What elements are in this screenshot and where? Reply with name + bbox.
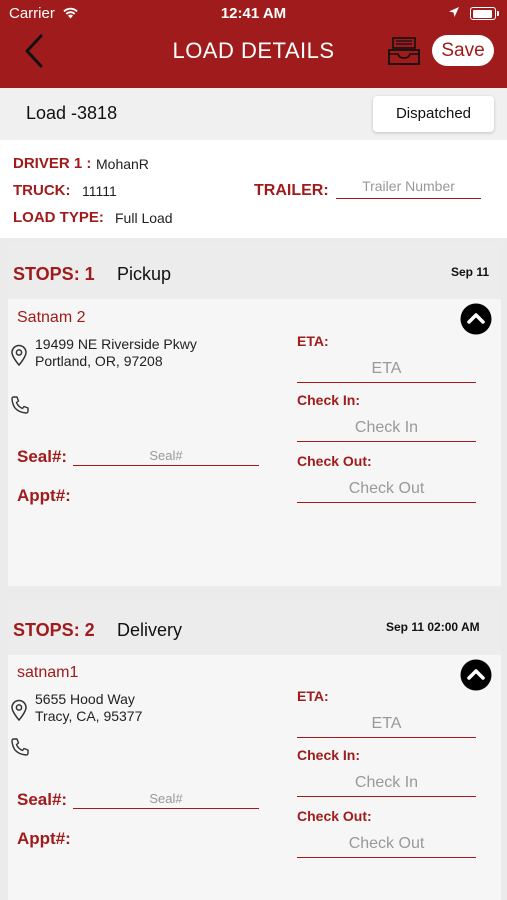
battery-icon	[470, 7, 499, 20]
stop-2-seal-label: Seal#:	[17, 790, 68, 809]
stop-2-seal-input[interactable]: Seal#	[73, 791, 259, 809]
stop-1-name: Satnam 2	[17, 309, 86, 326]
stop-2-checkin-label: Check In:	[297, 747, 361, 763]
phone-icon[interactable]	[10, 395, 30, 415]
map-pin-icon[interactable]	[10, 344, 28, 366]
stop-2-address-line1: 5655 Hood Way	[35, 691, 135, 707]
stop-2-checkout-label: Check Out:	[297, 808, 372, 824]
stop-1-seal-label: Seal#:	[17, 447, 68, 466]
stop-2-date: Sep 11 02:00 AM	[386, 620, 480, 634]
inbox-tray-icon[interactable]	[387, 36, 421, 66]
stop-1-date: Sep 11	[451, 265, 490, 279]
driver-label: DRIVER 1 :	[13, 155, 92, 172]
load-status-button[interactable]: Dispatched	[373, 96, 494, 132]
stop-1-address-line1: 19499 NE Riverside Pkwy	[35, 336, 197, 352]
truck-label: TRUCK:	[13, 182, 71, 199]
page-title: LOAD DETAILS	[172, 38, 335, 63]
stop-1-eta-label: ETA:	[297, 333, 329, 349]
stop-2-eta-label: ETA:	[297, 688, 329, 704]
map-pin-icon[interactable]	[10, 699, 28, 721]
stop-2-address-line2: Tracy, CA, 95377	[35, 708, 143, 724]
stop-1-appt-label: Appt#:	[17, 486, 71, 505]
stop-1-type: Pickup	[117, 264, 172, 284]
stop-2-appt-label: Appt#:	[17, 829, 71, 848]
truck-value: 11111	[82, 183, 117, 199]
stop-2-address: 5655 Hood Way Tracy, CA, 95377	[35, 691, 142, 725]
stop-1-number: STOPS: 1	[13, 264, 95, 284]
trailer-number-input[interactable]: Trailer Number	[336, 178, 481, 199]
stop-2-number: STOPS: 2	[13, 620, 95, 640]
stop-1-checkin-input[interactable]: Check In	[297, 419, 476, 442]
status-bar: Carrier 12:41 AM	[0, 0, 507, 28]
stop-1-checkout-label: Check Out:	[297, 453, 372, 469]
stop-2-type: Delivery	[117, 620, 183, 640]
chevron-up-icon[interactable]	[460, 303, 492, 335]
phone-icon[interactable]	[10, 737, 30, 757]
load-type-label: LOAD TYPE:	[13, 209, 104, 226]
stop-2-eta-input[interactable]: ETA	[297, 715, 476, 738]
stop-1-eta-input[interactable]: ETA	[297, 360, 476, 383]
stop-1-address: 19499 NE Riverside Pkwy Portland, OR, 97…	[35, 336, 197, 370]
load-type-value: Full Load	[115, 210, 173, 226]
stop-1-checkout-input[interactable]: Check Out	[297, 480, 476, 503]
stop-2-checkout-input[interactable]: Check Out	[297, 835, 476, 858]
chevron-up-icon[interactable]	[460, 659, 492, 691]
stop-2-checkin-input[interactable]: Check In	[297, 774, 476, 797]
stop-1-seal-input[interactable]: Seal#	[73, 448, 259, 466]
trailer-label: TRAILER:	[254, 182, 329, 199]
status-time: 12:41 AM	[220, 5, 287, 22]
location-arrow-icon	[449, 7, 459, 17]
save-button[interactable]: Save	[432, 35, 494, 66]
stop-1-address-line2: Portland, OR, 97208	[35, 353, 163, 369]
stop-1-checkin-label: Check In:	[297, 392, 361, 408]
driver-value: MohanR	[96, 156, 149, 172]
stop-2-name: satnam1	[17, 664, 79, 681]
load-id: Load -3818	[26, 103, 118, 123]
